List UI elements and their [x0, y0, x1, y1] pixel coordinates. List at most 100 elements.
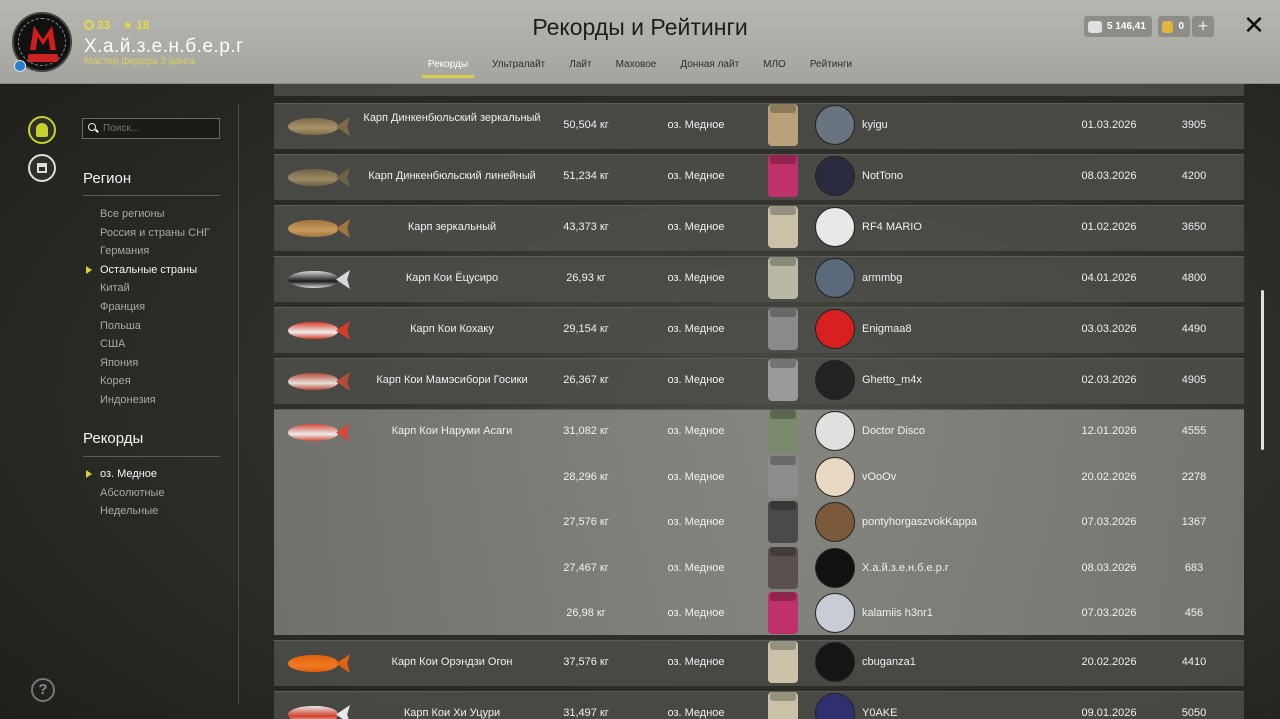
weight-cell: 51,234 кг	[563, 170, 609, 182]
table-row[interactable]: Карп Динкенбюльский линейный 51,234 кг оз.…	[274, 154, 1244, 200]
player-avatar[interactable]	[815, 456, 855, 497]
region-item[interactable]: Остальные страны	[86, 261, 210, 280]
player-avatar[interactable]	[815, 693, 855, 719]
region-item[interactable]: Польша	[100, 317, 210, 336]
tab-item[interactable]: Рекорды	[416, 59, 480, 78]
player-avatar[interactable]	[815, 502, 855, 542]
add-currency-button[interactable]: +	[1192, 16, 1214, 37]
player-avatar[interactable]	[815, 593, 855, 633]
player-cell[interactable]: Y0AKE	[862, 707, 1032, 719]
player-cell[interactable]: Ghetto_m4x	[862, 374, 1032, 386]
region-title: Регион	[83, 170, 132, 187]
player-avatar[interactable]	[815, 411, 855, 451]
score-cell: 1367	[1181, 516, 1207, 528]
weight-cell: 31,082 кг	[563, 425, 609, 437]
weight-cell: 29,154 кг	[563, 323, 609, 335]
archive-icon[interactable]	[28, 154, 56, 182]
player-avatar[interactable]	[815, 207, 855, 247]
bait-lid-icon	[770, 104, 796, 113]
close-button[interactable]: ✕	[1241, 12, 1267, 38]
player-cell[interactable]: vOoOv	[862, 471, 1032, 483]
table-row[interactable]: Карп Кои Мамэсибори Госики 26,367 кг оз. М…	[274, 358, 1244, 404]
player-cell[interactable]: Enigmaa8	[862, 323, 1032, 335]
player-cell[interactable]: NotTono	[862, 170, 1032, 182]
bait-icon	[768, 257, 798, 299]
people-glyph	[36, 123, 48, 137]
player-avatar[interactable]	[815, 309, 855, 349]
fish-icon	[284, 217, 352, 239]
bait-lid-icon	[770, 592, 796, 601]
search-input[interactable]	[82, 118, 220, 139]
region-item[interactable]: Япония	[100, 354, 210, 373]
tab-item[interactable]: Маховое	[604, 59, 669, 78]
weight-cell: 26,98 кг	[566, 607, 606, 619]
bait-icon	[768, 410, 798, 452]
date-cell: 20.02.2026	[1081, 470, 1137, 483]
table-row[interactable]: Карп Кои Хи Уцури 31,497 кг оз. Медное Y0AK…	[274, 691, 1244, 719]
score-cell: 4905	[1181, 374, 1207, 386]
gold-value: 0	[1178, 21, 1184, 32]
player-avatar[interactable]	[815, 105, 855, 145]
region-item[interactable]: Все регионы	[100, 205, 210, 224]
fish-body-icon	[288, 169, 338, 186]
bait-icon	[768, 104, 798, 146]
table-row[interactable]: Карп зеркальный 43,373 кг оз. Медное RF4 MA…	[274, 205, 1244, 251]
region-divider	[83, 195, 220, 196]
table-row[interactable]: Карп Кои Орэндзи Огон 37,576 кг оз. Медное…	[274, 640, 1244, 686]
table-row[interactable]: Карп Кои Кохаку 29,154 кг оз. Медное Enigma…	[274, 307, 1244, 353]
tab-item[interactable]: МЛО	[751, 59, 798, 78]
record-item[interactable]: Недельные	[100, 502, 165, 521]
player-avatar[interactable]	[815, 642, 855, 682]
region-item[interactable]: Россия и страны СНГ	[100, 224, 210, 243]
region-item[interactable]: США	[100, 335, 210, 354]
player-cell[interactable]: pontyhorgaszvokKappa	[862, 516, 1032, 528]
bait-icon	[768, 155, 798, 197]
scrollbar[interactable]	[1261, 290, 1264, 450]
silver-balance[interactable]: 5 146,41	[1084, 16, 1152, 37]
record-item[interactable]: оз. Медное	[86, 465, 165, 484]
tab-item[interactable]: Ультралайт	[480, 59, 557, 78]
region-item[interactable]: Индонезия	[100, 391, 210, 410]
fish-body-icon	[288, 322, 338, 339]
table-row-expanded[interactable]: Карп Кои Наруми Асаги 31,082 кг оз. Медное…	[274, 409, 1244, 635]
tab-item[interactable]: Лайт	[557, 59, 603, 78]
player-avatar[interactable]	[815, 258, 855, 298]
region-item[interactable]: Китай	[100, 279, 210, 298]
player-cell[interactable]: kalamiis h3nr1	[862, 607, 1032, 619]
gold-balance[interactable]: 0	[1158, 16, 1190, 37]
sidebar-divider	[238, 104, 239, 704]
table-row[interactable]: Карп Динкенбюльский зеркальный 50,504 кг о…	[274, 103, 1244, 149]
tab-item[interactable]: Рейтинги	[798, 59, 864, 78]
player-cell[interactable]: kyigu	[862, 119, 1032, 131]
fish-tail-icon	[336, 168, 350, 187]
player-avatar[interactable]	[815, 547, 855, 588]
fish-body-icon	[288, 655, 338, 672]
weight-cell: 26,367 кг	[563, 374, 609, 386]
date-cell: 12.01.2026	[1081, 425, 1137, 437]
region-item[interactable]: Германия	[100, 242, 210, 261]
player-cell[interactable]: cbuganza1	[862, 656, 1032, 668]
player-cell[interactable]: Х.а.й.з.е.н.б.е.р.г	[862, 562, 1032, 574]
fish-icon	[284, 652, 352, 674]
bait-lid-icon	[770, 455, 796, 465]
weight-cell: 31,497 кг	[563, 707, 609, 719]
player-cell[interactable]: armmbg	[862, 272, 1032, 284]
record-item[interactable]: Абсолютные	[100, 484, 165, 503]
player-cell[interactable]: RF4 MARIO	[862, 221, 1032, 233]
table-row-partial[interactable]	[274, 84, 1244, 96]
friends-icon[interactable]	[28, 116, 56, 144]
region-item[interactable]: Корея	[100, 372, 210, 391]
player-cell[interactable]: Doctor Disco	[862, 425, 1032, 437]
lake-cell: оз. Медное	[667, 470, 725, 483]
score-cell: 5050	[1181, 707, 1207, 719]
fish-name-cell: Карп Кои Хи Уцури	[403, 707, 501, 719]
tab-item[interactable]: Донная лайт	[668, 59, 751, 78]
date-cell: 04.01.2026	[1081, 272, 1137, 284]
fish-body-icon	[288, 706, 338, 719]
table-row[interactable]: Карп Кои Ёцусиро 26,93 кг оз. Медное armmbg…	[274, 256, 1244, 302]
player-avatar[interactable]	[815, 156, 855, 196]
region-item[interactable]: Франция	[100, 298, 210, 317]
help-icon[interactable]: ?	[31, 678, 55, 702]
player-avatar[interactable]	[815, 360, 855, 400]
lake-cell: оз. Медное	[667, 323, 725, 335]
